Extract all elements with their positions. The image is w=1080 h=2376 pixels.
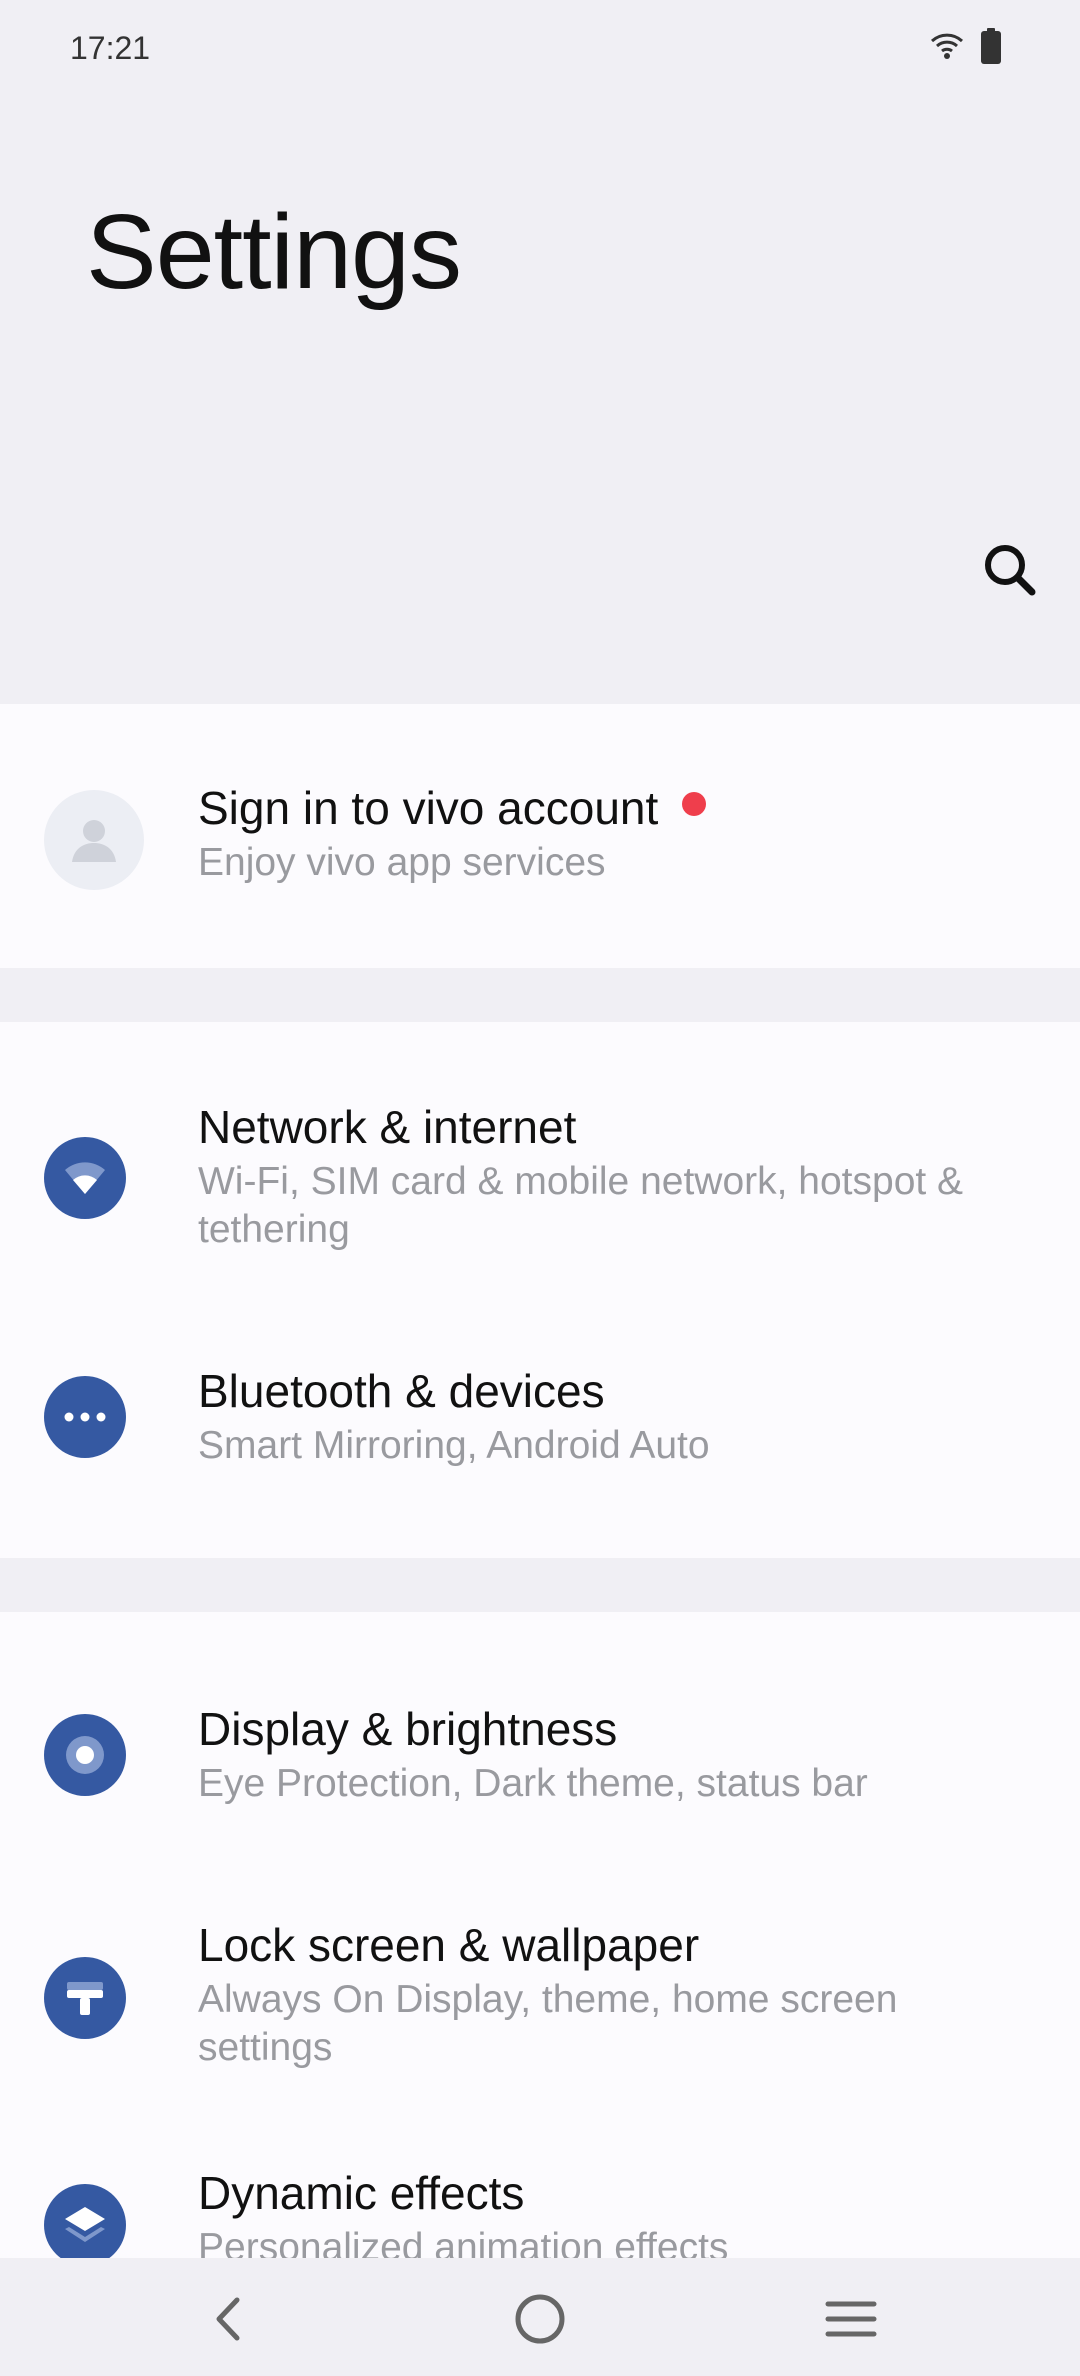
back-button[interactable] <box>194 2284 264 2354</box>
more-dots-icon <box>44 1376 126 1458</box>
home-button[interactable] <box>505 2284 575 2354</box>
avatar-icon <box>72 820 116 862</box>
lock-screen-wallpaper-text: Lock screen & wallpaper Always On Displa… <box>198 1916 1040 2072</box>
back-icon <box>216 2297 240 2341</box>
account-title: Sign in to vivo account <box>198 779 1040 837</box>
dynamic-effects-text: Dynamic effects Personalized animation e… <box>198 2164 1040 2258</box>
bluetooth-devices-text: Bluetooth & devices Smart Mirroring, And… <box>198 1362 1040 1470</box>
search-button[interactable] <box>978 538 1042 602</box>
display-brightness-text: Display & brightness Eye Protection, Dar… <box>198 1700 1040 1808</box>
wifi-icon <box>44 1137 126 1219</box>
account-title-label: Sign in to vivo account <box>198 782 659 834</box>
menu-icon <box>825 2301 877 2337</box>
account-text: Sign in to vivo account Enjoy vivo app s… <box>198 779 1040 887</box>
wifi-icon <box>930 31 964 66</box>
network-internet-title: Network & internet <box>198 1101 577 1153</box>
battery-icon <box>980 28 1002 69</box>
display-brightness-subtitle: Eye Protection, Dark theme, status bar <box>198 1762 868 1805</box>
paint-roller-icon <box>44 1957 126 2039</box>
bluetooth-devices-title: Bluetooth & devices <box>198 1365 605 1417</box>
status-icons <box>930 28 1002 69</box>
avatar <box>44 790 144 890</box>
display-brightness-title: Display & brightness <box>198 1703 618 1755</box>
display-brightness-item[interactable]: Display & brightness Eye Protection, Dar… <box>0 1612 1080 1852</box>
account-section: Sign in to vivo account Enjoy vivo app s… <box>0 704 1080 968</box>
bluetooth-devices-subtitle: Smart Mirroring, Android Auto <box>198 1424 710 1467</box>
page-title: Settings <box>86 193 462 311</box>
header: Settings <box>0 100 1080 704</box>
layers-icon <box>44 2184 126 2258</box>
dynamic-effects-title: Dynamic effects <box>198 2167 525 2219</box>
display-section: Display & brightness Eye Protection, Dar… <box>0 1612 1080 2258</box>
brightness-icon <box>44 1714 126 1796</box>
navigation-bar <box>0 2258 1080 2376</box>
lock-screen-wallpaper-title: Lock screen & wallpaper <box>198 1919 700 1971</box>
recents-button[interactable] <box>816 2284 886 2354</box>
lock-screen-wallpaper-subtitle: Always On Display, theme, home screen se… <box>198 1978 898 2069</box>
lock-screen-wallpaper-item[interactable]: Lock screen & wallpaper Always On Displa… <box>0 1852 1080 2102</box>
notification-dot <box>682 792 707 816</box>
network-internet-subtitle: Wi-Fi, SIM card & mobile network, hotspo… <box>198 1160 964 1251</box>
bluetooth-devices-item[interactable]: Bluetooth & devices Smart Mirroring, And… <box>0 1336 1080 1558</box>
home-icon <box>515 2294 565 2344</box>
search-icon <box>978 545 1042 606</box>
connectivity-section: Network & internet Wi-Fi, SIM card & mob… <box>0 1022 1080 1558</box>
dynamic-effects-subtitle: Personalized animation effects <box>198 2226 729 2258</box>
network-internet-text: Network & internet Wi-Fi, SIM card & mob… <box>198 1098 1040 1254</box>
status-bar: 17:21 <box>0 0 1080 100</box>
status-time: 17:21 <box>70 30 151 66</box>
account-subtitle: Enjoy vivo app services <box>198 841 606 884</box>
network-internet-item[interactable]: Network & internet Wi-Fi, SIM card & mob… <box>0 1022 1080 1336</box>
account-row[interactable]: Sign in to vivo account Enjoy vivo app s… <box>0 704 1080 968</box>
dynamic-effects-item[interactable]: Dynamic effects Personalized animation e… <box>0 2102 1080 2258</box>
